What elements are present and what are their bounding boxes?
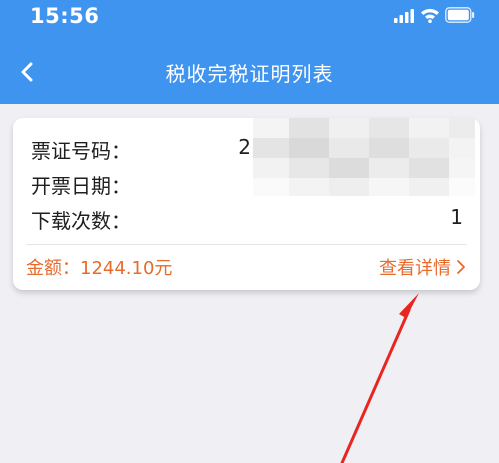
view-details-label: 查看详情 [379, 258, 451, 279]
download-count-value: 1 [450, 205, 463, 229]
card-divider [26, 244, 467, 245]
battery-icon [445, 7, 475, 23]
cellular-signal-icon [394, 9, 414, 23]
status-bar: 15:56 [0, 0, 499, 40]
chevron-right-icon [457, 260, 465, 274]
navigation-bar: 税收完税证明列表 [0, 48, 499, 98]
certificate-number-label: 票证号码： [31, 139, 131, 163]
wifi-icon [421, 8, 439, 23]
view-details-link[interactable]: 查看详情 [379, 254, 466, 280]
app-header: 15:56 税收完税证明列表 [0, 0, 499, 104]
download-count-row: 下载次数： 1 [13, 205, 480, 235]
status-time: 15:56 [30, 4, 100, 28]
download-count-label: 下载次数： [31, 209, 131, 233]
certificate-number-value: 2 [238, 135, 251, 159]
amount-text: 金额：1244.10元 [26, 258, 173, 279]
issue-date-label: 开票日期： [31, 174, 131, 198]
tax-certificate-card[interactable]: 票证号码： 2 开票日期： 202 下载次数： 1 金额：1244. [13, 118, 480, 290]
privacy-mosaic [253, 118, 475, 196]
page-title: 税收完税证明列表 [165, 62, 334, 86]
